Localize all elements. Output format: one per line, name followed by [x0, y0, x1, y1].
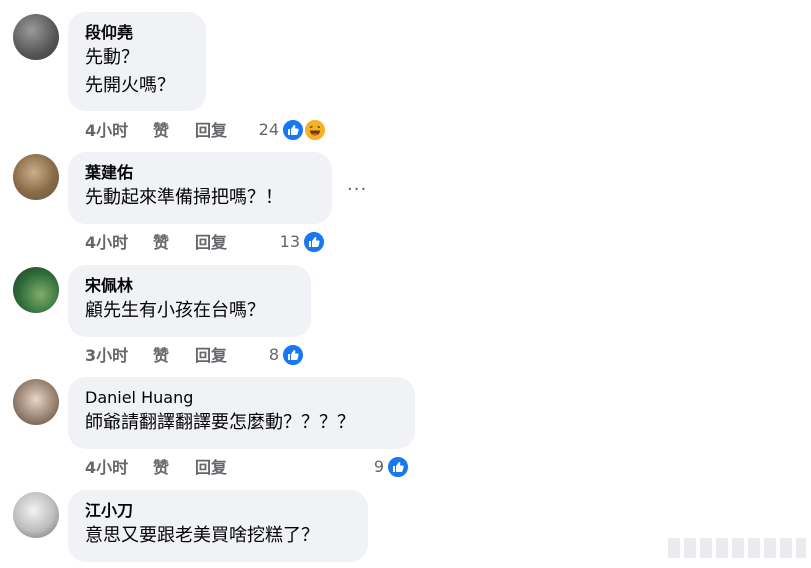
like-icon — [386, 455, 410, 479]
loading-indicator — [668, 538, 806, 558]
like-button[interactable]: 赞 — [153, 456, 169, 480]
comment-author[interactable]: 江小刀 — [85, 500, 352, 522]
comment-text-line: 意思又要跟老美買啥挖糕了？ — [85, 525, 319, 546]
avatar[interactable] — [13, 14, 59, 60]
avatar[interactable] — [13, 492, 59, 538]
comment-text-line: 先動起來準備掃把嗎？！ — [85, 187, 283, 208]
comment-actions: 4小时 赞 回复 — [85, 231, 245, 255]
comment-timestamp[interactable]: 4小时 — [85, 231, 128, 255]
reaction-count: 8 — [268, 345, 279, 364]
reply-button[interactable]: 回复 — [195, 231, 227, 255]
like-icon — [302, 230, 326, 254]
reaction-count: 13 — [279, 232, 300, 251]
comment-text-line: 師爺請翻譯翻譯要怎麼動？？？？ — [85, 412, 355, 433]
like-button[interactable]: 赞 — [153, 344, 169, 368]
comment-author[interactable]: Daniel Huang — [85, 387, 399, 409]
reply-button[interactable]: 回复 — [195, 456, 227, 480]
like-icon — [281, 343, 305, 367]
reaction-summary[interactable]: 8 — [269, 342, 307, 368]
reaction-summary[interactable]: 9 — [374, 454, 412, 480]
more-options-icon[interactable]: ··· — [347, 181, 367, 199]
comment-author[interactable]: 宋佩林 — [85, 275, 295, 297]
reaction-count: 9 — [373, 457, 384, 476]
comment-text-line: 顧先生有小孩在台嗎？ — [85, 300, 265, 321]
like-button[interactable]: 赞 — [153, 119, 169, 143]
like-icon — [281, 118, 305, 142]
comment-bubble: 江小刀 意思又要跟老美買啥挖糕了？ — [68, 490, 368, 562]
reaction-summary[interactable]: 24 — [259, 117, 329, 143]
comment-bubble: 宋佩林 顧先生有小孩在台嗎？ — [68, 265, 311, 337]
haha-icon — [303, 118, 327, 142]
comment-timestamp[interactable]: 3小时 — [85, 344, 128, 368]
reply-button[interactable]: 回复 — [195, 344, 227, 368]
reply-button[interactable]: 回复 — [195, 119, 227, 143]
comment-bubble: Daniel Huang 師爺請翻譯翻譯要怎麼動？？？？ — [68, 377, 415, 449]
avatar[interactable] — [13, 267, 59, 313]
avatar[interactable] — [13, 379, 59, 425]
comment-actions: 4小时 赞 回复 — [85, 456, 245, 480]
comment-bubble: 葉建佑 先動起來準備掃把嗎？！ — [68, 152, 332, 224]
comment-text-line: 先動？ — [85, 47, 139, 68]
comment-text-line: 先開火嗎？ — [85, 75, 175, 96]
comment-timestamp[interactable]: 4小时 — [85, 119, 128, 143]
comment-actions: 4小时 赞 回复 — [85, 119, 245, 143]
comment-author[interactable]: 段仰堯 — [85, 22, 190, 44]
reaction-count: 24 — [258, 120, 279, 139]
comment-timestamp[interactable]: 4小时 — [85, 456, 128, 480]
avatar[interactable] — [13, 154, 59, 200]
comment-bubble: 段仰堯 先動？ 先開火嗎？ — [68, 12, 206, 111]
like-button[interactable]: 赞 — [153, 231, 169, 255]
comment-author[interactable]: 葉建佑 — [85, 162, 316, 184]
reaction-summary[interactable]: 13 — [280, 229, 328, 255]
comment-actions: 3小时 赞 回复 — [85, 344, 245, 368]
